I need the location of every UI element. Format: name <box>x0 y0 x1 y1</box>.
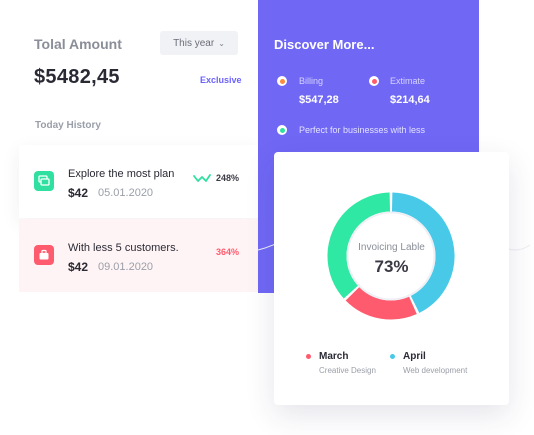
legend-name-march: March <box>319 351 349 362</box>
total-amount-label: Tolal Amount <box>34 36 122 52</box>
estimate-radio[interactable] <box>369 76 379 86</box>
history-item-date: 09.01.2020 <box>98 261 154 273</box>
legend-dot-march <box>306 354 311 359</box>
exclusive-link[interactable]: Exclusive <box>200 75 242 85</box>
history-item-title: Explore the most plan <box>68 168 175 180</box>
briefcase-icon <box>34 245 54 265</box>
chevron-down-icon: ⌄ <box>218 38 225 48</box>
history-item-date: 05.01.2020 <box>98 187 154 199</box>
legend-dot-april <box>390 354 395 359</box>
estimate-value: $214,64 <box>390 94 430 106</box>
trend-up-icon <box>193 174 211 182</box>
billing-dot <box>279 78 285 84</box>
chart-center-label: Invoicing Lable <box>358 242 425 253</box>
billing-radio[interactable] <box>277 76 287 86</box>
chart-center-value: 73% <box>374 257 409 276</box>
estimate-dot <box>371 78 377 84</box>
perfect-radio[interactable] <box>277 125 287 135</box>
history-item-percent: 364% <box>216 247 240 257</box>
cards-icon <box>34 171 54 191</box>
donut-chart <box>327 192 455 320</box>
history-title: Today History <box>35 120 101 131</box>
donut-inner-ring <box>346 211 436 301</box>
estimate-label: Extimate <box>390 76 426 86</box>
history-item-title: With less 5 customers. <box>68 242 179 254</box>
billing-label: Billing <box>299 76 324 86</box>
history-item-price: $42 <box>68 186 89 200</box>
period-select-value: This year <box>173 37 215 49</box>
period-select[interactable]: This year ⌄ <box>160 31 238 55</box>
donut-segment <box>345 286 417 320</box>
invoicing-card: Invoicing Lable 73% March Creative Desig… <box>274 152 509 405</box>
total-amount-value: $5482,45 <box>34 66 120 88</box>
billing-value: $547,28 <box>299 94 339 106</box>
discover-title: Discover More... <box>274 37 375 52</box>
discover-note: Perfect for businesses with less <box>299 125 426 135</box>
history-item-percent: 248% <box>216 173 240 183</box>
history-item-price: $42 <box>68 260 89 274</box>
legend-sub-april: Web development <box>403 366 468 375</box>
legend-sub-march: Creative Design <box>319 366 376 375</box>
history-item[interactable]: With less 5 customers. $42 09.01.2020 36… <box>19 219 258 292</box>
perfect-dot <box>279 127 285 133</box>
history-item[interactable]: Explore the most plan $42 05.01.2020 248… <box>19 145 258 218</box>
summary-panel: Tolal Amount This year ⌄ $5482,45 Exclus… <box>0 0 258 435</box>
legend-name-april: April <box>403 351 426 362</box>
